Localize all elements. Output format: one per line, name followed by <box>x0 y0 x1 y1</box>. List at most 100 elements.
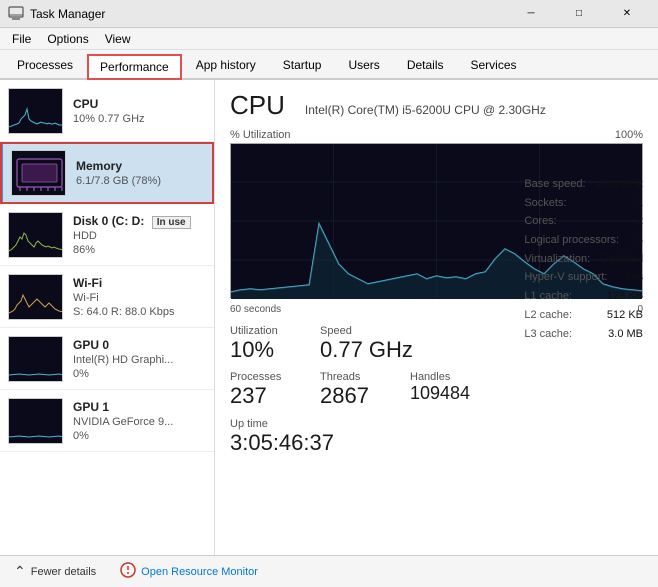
memory-detail: 6.1/7.8 GB (78%) <box>76 175 206 187</box>
handles-label: Handles <box>410 371 480 383</box>
utilization-stat-label: Utilization <box>230 325 300 337</box>
fewer-details-button[interactable]: ⌃ Fewer details <box>10 561 100 582</box>
menu-options[interactable]: Options <box>39 28 96 50</box>
disk-detail: HDD <box>73 230 206 242</box>
cpu-name: CPU <box>73 97 206 111</box>
disk-info: Disk 0 (C: D: In use HDD 86% <box>73 214 206 256</box>
info-row-hyperv: Hyper-V support: Yes <box>524 268 643 287</box>
memory-name: Memory <box>76 159 206 173</box>
utilization-stat-value: 10% <box>230 337 300 363</box>
hyperv-val: Yes <box>625 268 643 287</box>
threads-label: Threads <box>320 371 390 383</box>
tab-bar: Processes Performance App history Startu… <box>0 50 658 80</box>
tab-app-history[interactable]: App history <box>183 52 269 78</box>
memory-info: Memory 6.1/7.8 GB (78%) <box>76 159 206 187</box>
resource-item-cpu[interactable]: CPU 10% 0.77 GHz <box>0 80 214 142</box>
tab-services[interactable]: Services <box>458 52 530 78</box>
gpu0-name: GPU 0 <box>73 338 206 352</box>
l2-key: L2 cache: <box>524 306 572 325</box>
info-row-logical: Logical processors: 4 <box>524 231 643 250</box>
stats-row-2: Processes 237 Threads 2867 Handles 10948… <box>230 371 643 409</box>
cpu-detail: 10% 0.77 GHz <box>73 113 206 125</box>
minimize-button[interactable]: ─ <box>508 0 554 28</box>
speed-stat: Speed 0.77 GHz <box>320 325 413 363</box>
wifi-type: Wi-Fi <box>73 292 206 304</box>
hyperv-key: Hyper-V support: <box>524 268 607 287</box>
cpu-thumbnail <box>8 88 63 134</box>
x-left-label: 60 seconds <box>230 304 281 315</box>
title-bar: Task Manager ─ □ ✕ <box>0 0 658 28</box>
uptime-label: Up time <box>230 418 643 430</box>
l3-val: 3.0 MB <box>608 325 643 344</box>
memory-thumbnail <box>11 150 66 196</box>
logical-key: Logical processors: <box>524 231 619 250</box>
app-icon <box>8 6 24 22</box>
tab-performance[interactable]: Performance <box>87 54 182 80</box>
maximize-button[interactable]: □ <box>556 0 602 28</box>
wifi-info: Wi-Fi Wi-Fi S: 64.0 R: 88.0 Kbps <box>73 276 206 318</box>
left-panel: CPU 10% 0.77 GHz <box>0 80 215 555</box>
resource-item-gpu1[interactable]: GPU 1 NVIDIA GeForce 9... 0% <box>0 390 214 452</box>
info-row-cores: Cores: 2 <box>524 212 643 231</box>
in-use-badge: In use <box>152 216 191 229</box>
sockets-val: 1 <box>637 194 643 213</box>
gpu1-percent: 0% <box>73 430 206 442</box>
base-speed-key: Base speed: <box>524 175 585 194</box>
wifi-name: Wi-Fi <box>73 276 206 290</box>
info-row-basespeed: Base speed: 2.40 GHz <box>524 175 643 194</box>
info-row-l1: L1 cache: 128 KB <box>524 287 643 306</box>
processes-value: 237 <box>230 383 300 409</box>
tab-users[interactable]: Users <box>335 52 392 78</box>
main-content: CPU 10% 0.77 GHz <box>0 80 658 555</box>
resource-item-gpu0[interactable]: GPU 0 Intel(R) HD Graphi... 0% <box>0 328 214 390</box>
l1-key: L1 cache: <box>524 287 572 306</box>
open-monitor-label: Open Resource Monitor <box>141 566 258 578</box>
tab-processes[interactable]: Processes <box>4 52 86 78</box>
gpu1-info: GPU 1 NVIDIA GeForce 9... 0% <box>73 400 206 442</box>
gpu1-thumbnail <box>8 398 63 444</box>
info-grid: Base speed: 2.40 GHz Sockets: 1 Cores: 2… <box>524 175 643 343</box>
l2-val: 512 KB <box>607 306 643 325</box>
cpu-panel-subtitle: Intel(R) Core(TM) i5-6200U CPU @ 2.30GHz <box>305 103 546 117</box>
gpu1-name: GPU 1 <box>73 400 206 414</box>
close-button[interactable]: ✕ <box>604 0 650 28</box>
resource-item-wifi[interactable]: Wi-Fi Wi-Fi S: 64.0 R: 88.0 Kbps <box>0 266 214 328</box>
gpu0-info: GPU 0 Intel(R) HD Graphi... 0% <box>73 338 206 380</box>
l1-val: 128 KB <box>607 287 643 306</box>
info-row-sockets: Sockets: 1 <box>524 194 643 213</box>
chart-label-top: % Utilization 100% <box>230 129 643 141</box>
gpu0-thumbnail <box>8 336 63 382</box>
virt-val: Disabled <box>600 250 643 269</box>
y-max-label: 100% <box>615 129 643 141</box>
info-row-l2: L2 cache: 512 KB <box>524 306 643 325</box>
tab-startup[interactable]: Startup <box>270 52 335 78</box>
open-resource-monitor-button[interactable]: Open Resource Monitor <box>116 560 262 583</box>
chevron-up-icon: ⌃ <box>14 563 26 580</box>
resource-item-disk0[interactable]: Disk 0 (C: D: In use HDD 86% <box>0 204 214 266</box>
menu-view[interactable]: View <box>97 28 139 50</box>
utilization-stat: Utilization 10% <box>230 325 300 363</box>
gpu0-percent: 0% <box>73 368 206 380</box>
sockets-key: Sockets: <box>524 194 566 213</box>
menu-file[interactable]: File <box>4 28 39 50</box>
processes-label: Processes <box>230 371 300 383</box>
resource-item-memory[interactable]: Memory 6.1/7.8 GB (78%) <box>0 142 214 204</box>
monitor-icon <box>120 562 136 581</box>
speed-stat-value: 0.77 GHz <box>320 337 413 363</box>
handles-value: 109484 <box>410 383 480 405</box>
gpu0-detail: Intel(R) HD Graphi... <box>73 354 206 366</box>
cores-key: Cores: <box>524 212 556 231</box>
uptime-section: Up time 3:05:46:37 <box>230 418 643 456</box>
cpu-info: CPU 10% 0.77 GHz <box>73 97 206 125</box>
virt-key: Virtualization: <box>524 250 590 269</box>
handles-stat: Handles 109484 <box>410 371 480 409</box>
cpu-header: CPU Intel(R) Core(TM) i5-6200U CPU @ 2.3… <box>230 90 643 121</box>
threads-stat: Threads 2867 <box>320 371 390 409</box>
speed-stat-label: Speed <box>320 325 413 337</box>
tab-details[interactable]: Details <box>394 52 457 78</box>
disk-thumbnail <box>8 212 63 258</box>
uptime-value: 3:05:46:37 <box>230 430 643 456</box>
disk-percent: 86% <box>73 244 206 256</box>
threads-value: 2867 <box>320 383 390 409</box>
base-speed-val: 2.40 GHz <box>597 175 643 194</box>
